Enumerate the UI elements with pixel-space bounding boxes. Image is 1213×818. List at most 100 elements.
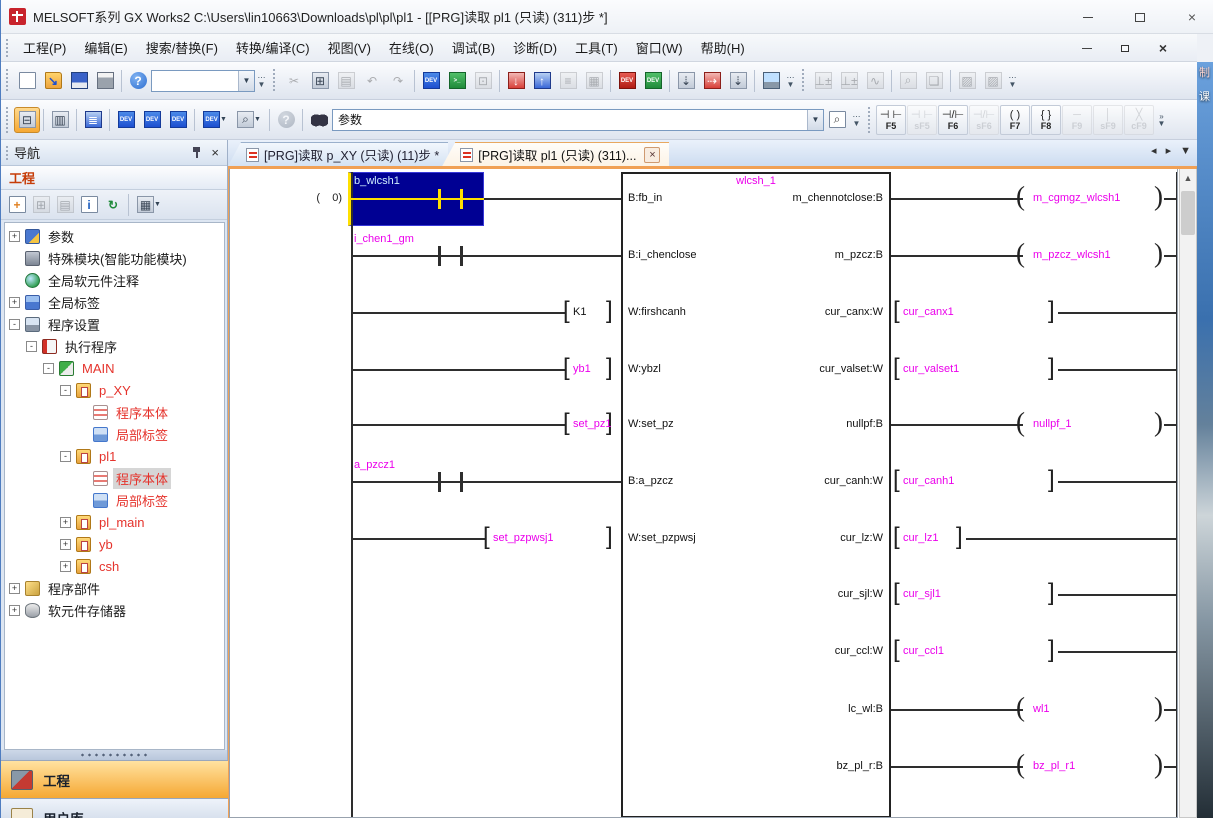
remote-operation-button[interactable]: [581, 68, 607, 94]
operand-close-bracket[interactable]: ]: [606, 299, 613, 323]
fb-output-label[interactable]: nullpf:B: [621, 418, 883, 430]
redo-button[interactable]: [385, 68, 411, 94]
menu-online[interactable]: 在线(O): [380, 35, 443, 60]
fb-output-label[interactable]: m_pzcz:B: [621, 249, 883, 261]
expand-icon[interactable]: +: [60, 561, 71, 572]
tree-item[interactable]: +csh: [60, 555, 122, 577]
store-open-bracket[interactable]: [: [893, 468, 900, 492]
device-comment2-button[interactable]: [113, 107, 139, 133]
zoom-tool-button[interactable]: ▼: [232, 107, 266, 133]
menu-compile[interactable]: 转换/编译(C): [227, 35, 319, 60]
store-label[interactable]: cur_lz1: [903, 532, 938, 544]
open-project-button[interactable]: [40, 68, 66, 94]
undo-button[interactable]: [359, 68, 385, 94]
store-label[interactable]: cur_valset1: [903, 363, 959, 375]
device-comment-button[interactable]: [418, 68, 444, 94]
fb-output-label[interactable]: m_chennotclose:B: [621, 192, 883, 204]
tab-prg-pl1[interactable]: [PRG]读取 pl1 (只读) (311)... ×: [442, 142, 669, 166]
coil-close-paren[interactable]: ): [1154, 409, 1163, 436]
menu-help[interactable]: 帮助(H): [692, 35, 754, 60]
help-button[interactable]: [125, 68, 151, 94]
nav-view-userlib-button[interactable]: 用户库: [1, 798, 228, 818]
note-edit-button[interactable]: [725, 68, 751, 94]
coil-open-paren[interactable]: (: [1016, 751, 1025, 778]
tree-item[interactable]: -程序设置: [9, 313, 103, 335]
watch-stop-button[interactable]: [836, 68, 862, 94]
mdi-minimize-button[interactable]: [1075, 38, 1099, 58]
toolbar-overflow-button[interactable]: ⋯▼: [850, 107, 863, 133]
store-label[interactable]: cur_sjl1: [903, 588, 941, 600]
store-open-bracket[interactable]: [: [893, 525, 900, 549]
device-find-button[interactable]: [824, 107, 850, 133]
fb-output-label[interactable]: cur_valset:W: [621, 363, 883, 375]
collapse-icon[interactable]: -: [60, 385, 71, 396]
coil-label[interactable]: m_cgmgz_wlcsh1: [1033, 192, 1120, 204]
tree-item[interactable]: 特殊模块(智能功能模块): [9, 247, 190, 269]
cut-button[interactable]: [281, 68, 307, 94]
store-open-bracket[interactable]: [: [893, 299, 900, 323]
ladder-symbol-f6-button[interactable]: ⊣/⊢F6: [938, 105, 968, 135]
store-close-bracket[interactable]: ]: [1048, 468, 1055, 492]
new-item-button[interactable]: [5, 193, 29, 217]
device-display-menu-button[interactable]: ▼: [198, 107, 232, 133]
expand-icon[interactable]: +: [9, 297, 20, 308]
panel-grip[interactable]: [5, 145, 10, 160]
menu-diagnostics[interactable]: 诊断(D): [504, 35, 566, 60]
watch-start-button[interactable]: [810, 68, 836, 94]
parameter-check-button[interactable]: [470, 68, 496, 94]
tab-close-button[interactable]: ×: [644, 147, 660, 163]
tab-list-button[interactable]: ▼: [1180, 145, 1191, 157]
contact-label[interactable]: b_wlcsh1: [354, 175, 400, 187]
tab-scroll-right-button[interactable]: ▸: [1166, 144, 1172, 157]
fb-output-label[interactable]: cur_sjl:W: [621, 588, 883, 600]
new-project-button[interactable]: [14, 68, 40, 94]
fb-output-label[interactable]: cur_canh:W: [621, 475, 883, 487]
paste-item-button[interactable]: [53, 193, 77, 217]
ladder-symbol-f8-button[interactable]: { }F8: [1031, 105, 1061, 135]
close-panel-button[interactable]: ×: [211, 145, 219, 160]
toolbar-overflow-button[interactable]: ⋯▼: [1006, 68, 1019, 94]
minimize-button[interactable]: [1076, 7, 1100, 27]
tree-item[interactable]: +全局标签: [9, 291, 103, 313]
mdi-restore-button[interactable]: [1113, 38, 1137, 58]
tree-item[interactable]: +程序部件: [9, 577, 103, 599]
vertical-scrollbar[interactable]: ▲: [1179, 169, 1197, 818]
expand-icon[interactable]: +: [9, 605, 20, 616]
tab-scroll-left-button[interactable]: ◂: [1151, 144, 1157, 157]
tree-item[interactable]: -执行程序: [26, 335, 120, 357]
tree-item[interactable]: -p_XY: [60, 379, 134, 401]
program-check-button[interactable]: [444, 68, 470, 94]
save-project-button[interactable]: [66, 68, 92, 94]
print-button[interactable]: [92, 68, 118, 94]
device-test-button[interactable]: [640, 68, 666, 94]
expand-icon[interactable]: +: [9, 583, 20, 594]
coil-open-paren[interactable]: (: [1016, 183, 1025, 210]
store-close-bracket[interactable]: ]: [1048, 638, 1055, 662]
fb-instance-label[interactable]: wlcsh_1: [621, 175, 891, 187]
contact-label[interactable]: a_pzcz1: [354, 459, 395, 471]
chevron-down-icon[interactable]: ▼: [238, 71, 254, 91]
program-list-button[interactable]: [80, 107, 106, 133]
note-button[interactable]: [699, 68, 725, 94]
cross-reference-button[interactable]: [306, 107, 332, 133]
store-close-bracket[interactable]: ]: [1048, 356, 1055, 380]
menu-tool[interactable]: 工具(T): [566, 35, 627, 60]
sort-filter-button[interactable]: ▼: [132, 193, 166, 217]
coil-open-paren[interactable]: (: [1016, 240, 1025, 267]
toolbar-overflow-button[interactable]: »▼: [1155, 107, 1168, 133]
scroll-up-button[interactable]: ▲: [1180, 169, 1196, 186]
tree-item[interactable]: 程序本体: [77, 401, 171, 423]
tree-item[interactable]: +软元件存储器: [9, 599, 129, 621]
contact-symbol[interactable]: [460, 189, 463, 209]
ladder-symbol-f9-button[interactable]: ─F9: [1062, 105, 1092, 135]
tree-item[interactable]: 局部标签: [77, 423, 171, 445]
menu-debug[interactable]: 调试(B): [443, 35, 504, 60]
menu-view[interactable]: 视图(V): [319, 35, 380, 60]
chevron-down-icon[interactable]: ▼: [807, 110, 823, 130]
write-to-plc-button[interactable]: [503, 68, 529, 94]
coil-close-paren[interactable]: ): [1154, 694, 1163, 721]
toolbar-grip[interactable]: [5, 68, 10, 94]
tree-item[interactable]: -MAIN: [43, 357, 118, 379]
operand-close-bracket[interactable]: ]: [606, 525, 613, 549]
fb-output-label[interactable]: cur_lz:W: [621, 532, 883, 544]
